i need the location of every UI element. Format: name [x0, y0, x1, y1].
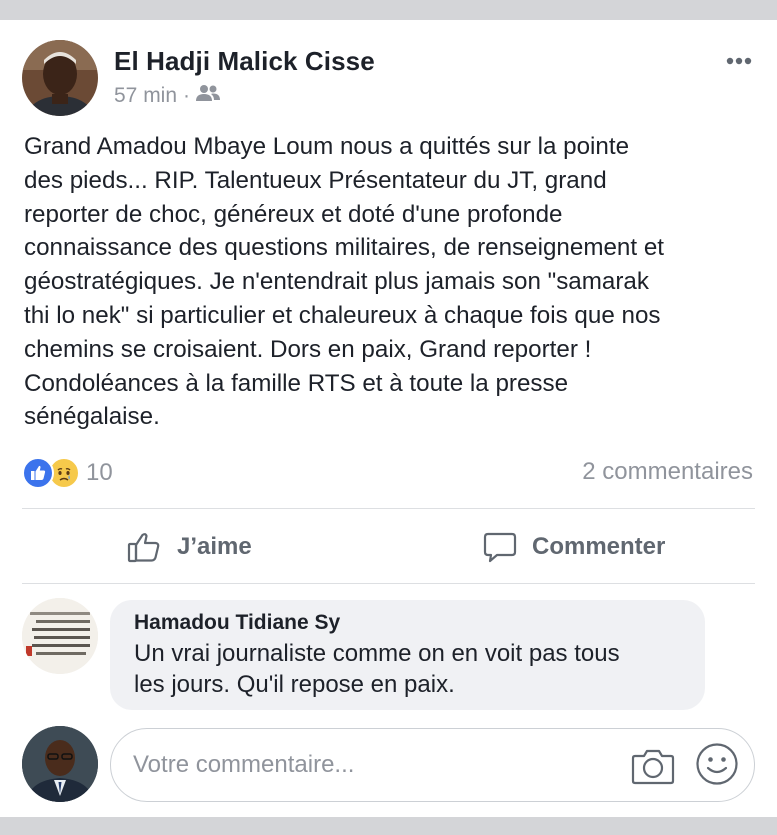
thumbs-up-icon: [127, 533, 160, 563]
post-author-name[interactable]: El Hadji Malick Cisse: [114, 46, 375, 77]
post-meta: 57 min ·: [114, 84, 221, 108]
camera-icon[interactable]: [631, 746, 675, 791]
author-avatar[interactable]: [22, 40, 98, 116]
comment-text: Un vrai journaliste comme on en voit pas…: [134, 640, 620, 698]
post-header: El Hadji Malick Cisse 57 min ·: [22, 40, 757, 116]
comment-button[interactable]: Commenter: [482, 527, 665, 567]
comment-bubble: Hamadou Tidiane Sy Un vrai journaliste c…: [110, 600, 705, 710]
divider: [22, 508, 755, 509]
comment-input-box[interactable]: [110, 728, 755, 802]
emoji-icon[interactable]: [695, 742, 739, 791]
more-options-icon[interactable]: [725, 54, 753, 66]
meta-separator: ·: [183, 84, 191, 107]
friends-icon: [196, 84, 221, 108]
comment-composer: [22, 726, 757, 804]
comment-count-link[interactable]: 2 commentaires: [582, 458, 753, 486]
comment-author-name[interactable]: Hamadou Tidiane Sy: [134, 611, 681, 635]
reaction-count: 10: [86, 459, 113, 486]
comment-button-label: Commenter: [532, 533, 666, 560]
bottom-separator-band: [0, 817, 777, 835]
commenter-avatar[interactable]: [22, 598, 98, 674]
comment-input[interactable]: [133, 747, 593, 783]
like-button[interactable]: J’aime: [127, 527, 252, 567]
comment-bubble-icon: [483, 532, 517, 563]
top-separator-band: [0, 0, 777, 20]
reactions-summary[interactable]: 10: [22, 456, 113, 490]
like-reaction-icon: [22, 457, 54, 489]
post-time[interactable]: 57 min: [114, 84, 177, 108]
current-user-avatar[interactable]: [22, 726, 98, 802]
like-button-label: J’aime: [177, 533, 252, 560]
divider: [22, 583, 755, 584]
post-body-text: Grand Amadou Mbaye Loum nous a quittés s…: [24, 133, 664, 431]
comment-item: Hamadou Tidiane Sy Un vrai journaliste c…: [22, 598, 757, 713]
